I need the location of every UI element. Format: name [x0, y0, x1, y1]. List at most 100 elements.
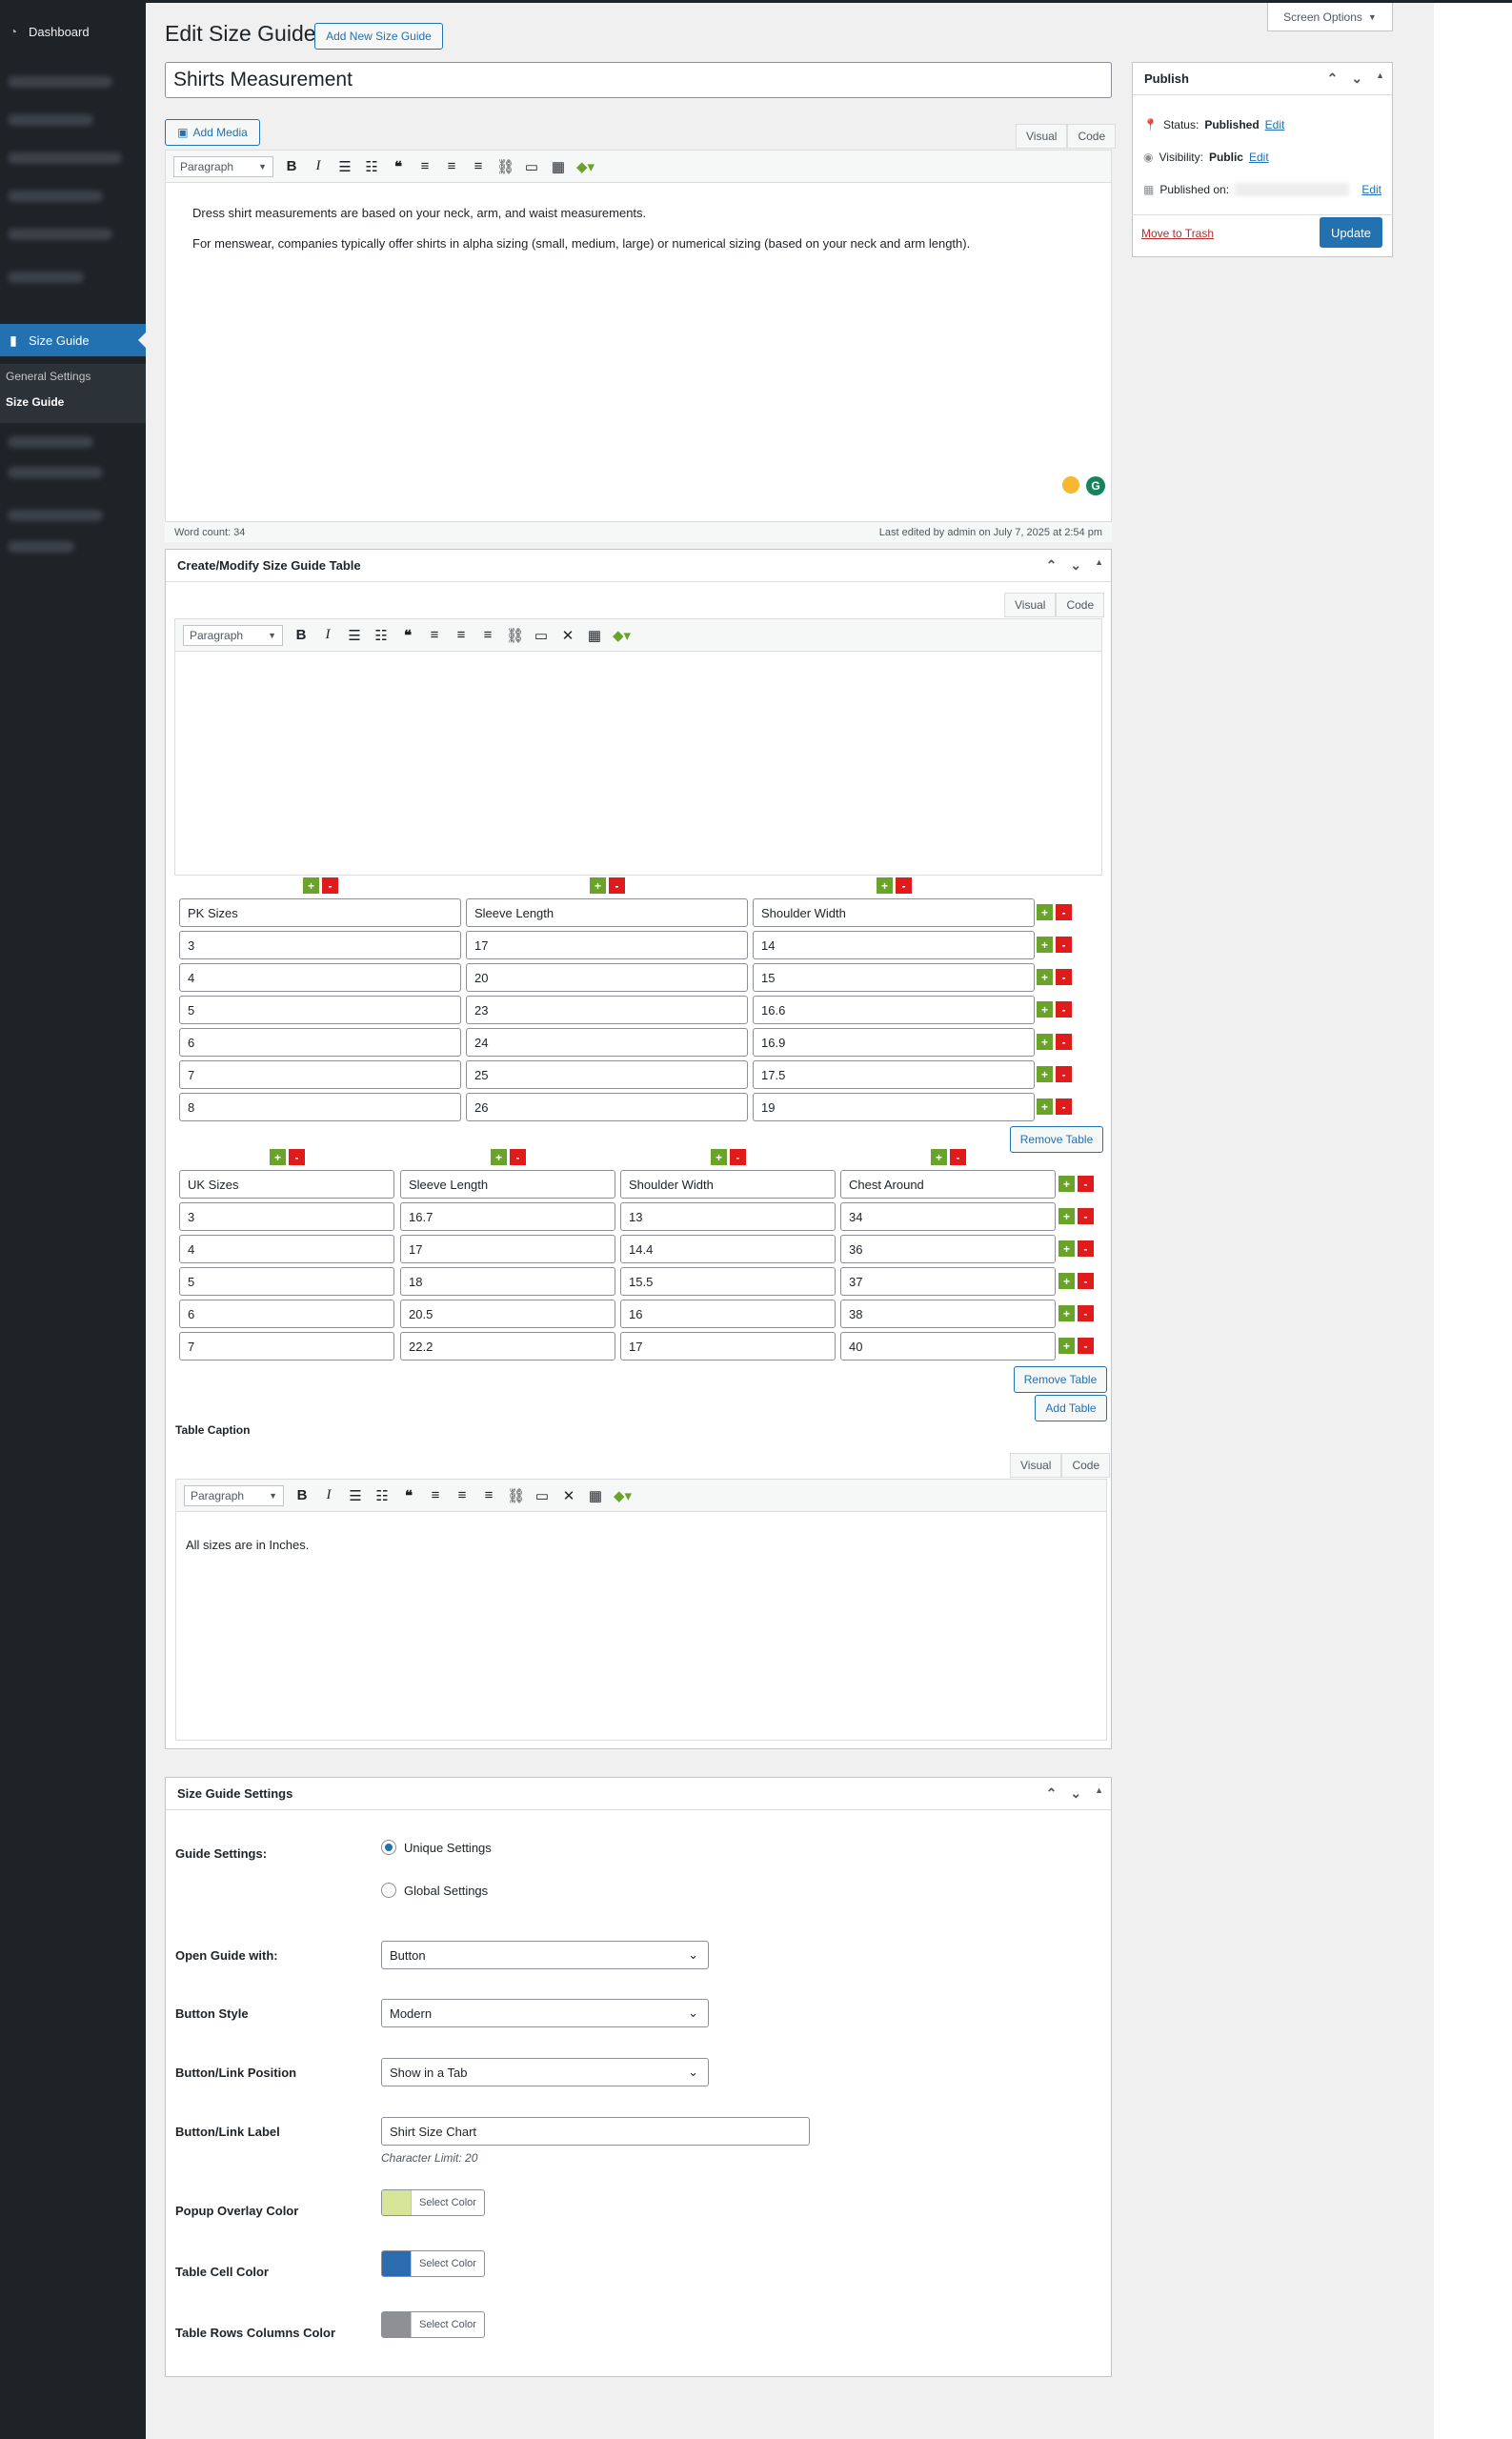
align-center-icon[interactable]: ≡: [453, 627, 470, 643]
remove-column-button[interactable]: -: [510, 1149, 526, 1165]
align-right-icon[interactable]: ≡: [480, 1487, 497, 1503]
table-header-cell[interactable]: Shoulder Width: [753, 898, 1035, 927]
grammar-icon[interactable]: ◆▾: [613, 627, 631, 644]
fullscreen-icon[interactable]: ✕: [560, 1487, 577, 1504]
chevron-up-icon[interactable]: ⌃: [1327, 71, 1339, 87]
chevron-down-icon[interactable]: ⌄: [1070, 1785, 1081, 1802]
add-row-button[interactable]: +: [1058, 1176, 1075, 1192]
remove-row-button[interactable]: -: [1078, 1240, 1094, 1257]
table-header-cell[interactable]: Chest Around: [840, 1170, 1056, 1199]
remove-row-button[interactable]: -: [1056, 904, 1072, 920]
post-title-input[interactable]: Shirts Measurement: [165, 62, 1112, 98]
align-center-icon[interactable]: ≡: [443, 158, 460, 174]
table-cell[interactable]: 7: [179, 1060, 461, 1089]
table-header-cell[interactable]: PK Sizes: [179, 898, 461, 927]
add-row-button[interactable]: +: [1058, 1240, 1075, 1257]
blockquote-icon[interactable]: ❝: [399, 627, 416, 644]
align-left-icon[interactable]: ≡: [426, 627, 443, 643]
format-select[interactable]: Paragraph ▼: [173, 155, 273, 177]
table-cell[interactable]: 22.2: [400, 1332, 615, 1361]
table-editor[interactable]: [174, 618, 1102, 876]
add-column-button[interactable]: +: [877, 877, 893, 894]
remove-column-button[interactable]: -: [950, 1149, 966, 1165]
add-new-button[interactable]: Add New Size Guide: [314, 23, 443, 50]
toolbar-toggle-icon[interactable]: ▦: [586, 627, 603, 644]
table-cell[interactable]: 16.7: [400, 1202, 615, 1231]
tab-visual[interactable]: Visual: [1010, 1453, 1062, 1478]
sidebar-item-dashboard[interactable]: ◔ Dashboard: [0, 15, 146, 48]
table-cell[interactable]: 20.5: [400, 1300, 615, 1328]
numbered-list-icon[interactable]: ☷: [373, 627, 390, 644]
remove-row-button[interactable]: -: [1056, 1099, 1072, 1115]
overlay-color-picker[interactable]: Select Color: [381, 2189, 485, 2216]
remove-column-button[interactable]: -: [896, 877, 912, 894]
table-cell[interactable]: 40: [840, 1332, 1056, 1361]
add-row-button[interactable]: +: [1037, 904, 1053, 920]
status-edit-link[interactable]: Edit: [1265, 118, 1285, 131]
chevron-up-icon[interactable]: ⌃: [1046, 1785, 1058, 1802]
screen-options-button[interactable]: Screen Options ▼: [1267, 3, 1393, 31]
update-button[interactable]: Update: [1320, 217, 1382, 248]
remove-table-button[interactable]: Remove Table: [1010, 1126, 1103, 1153]
fullscreen-icon[interactable]: ✕: [559, 627, 576, 644]
table-cell[interactable]: 16: [620, 1300, 836, 1328]
grammarly-icon[interactable]: G: [1086, 476, 1105, 495]
remove-column-button[interactable]: -: [289, 1149, 305, 1165]
align-right-icon[interactable]: ≡: [479, 627, 496, 643]
tab-visual[interactable]: Visual: [1016, 124, 1068, 149]
submenu-general-settings[interactable]: General Settings: [0, 364, 146, 390]
remove-row-button[interactable]: -: [1078, 1176, 1094, 1192]
tab-code[interactable]: Code: [1061, 1453, 1111, 1478]
remove-row-button[interactable]: -: [1056, 1001, 1072, 1018]
bullet-list-icon[interactable]: ☰: [336, 158, 353, 175]
blockquote-icon[interactable]: ❝: [400, 1487, 417, 1504]
table-cell[interactable]: 15.5: [620, 1267, 836, 1296]
remove-table-button[interactable]: Remove Table: [1014, 1366, 1107, 1393]
add-row-button[interactable]: +: [1058, 1273, 1075, 1289]
chevron-down-icon[interactable]: ⌄: [1070, 557, 1081, 574]
add-row-button[interactable]: +: [1037, 1066, 1053, 1082]
table-cell[interactable]: 4: [179, 963, 461, 992]
published-edit-link[interactable]: Edit: [1361, 183, 1381, 196]
collapse-icon[interactable]: ▲: [1376, 71, 1384, 87]
bold-icon[interactable]: B: [293, 1487, 311, 1503]
emoji-icon[interactable]: [1062, 476, 1079, 494]
table-header-cell[interactable]: Shoulder Width: [620, 1170, 836, 1199]
table-cell[interactable]: 17: [620, 1332, 836, 1361]
add-row-button[interactable]: +: [1037, 937, 1053, 953]
italic-icon[interactable]: I: [310, 158, 327, 174]
table-cell[interactable]: 37: [840, 1267, 1056, 1296]
add-column-button[interactable]: +: [303, 877, 319, 894]
add-table-button[interactable]: Add Table: [1035, 1395, 1107, 1421]
table-cell[interactable]: 3: [179, 931, 461, 959]
toolbar-toggle-icon[interactable]: ▦: [550, 158, 567, 175]
add-row-button[interactable]: +: [1037, 1034, 1053, 1050]
table-cell[interactable]: 5: [179, 996, 461, 1024]
read-more-icon[interactable]: ▭: [533, 627, 550, 644]
table-header-cell[interactable]: Sleeve Length: [466, 898, 748, 927]
bold-icon[interactable]: B: [292, 627, 310, 643]
table-cell[interactable]: 18: [400, 1267, 615, 1296]
grammar-icon[interactable]: ◆▾: [614, 1487, 632, 1504]
visibility-edit-link[interactable]: Edit: [1249, 151, 1269, 164]
table-cell[interactable]: 38: [840, 1300, 1056, 1328]
table-cell[interactable]: 16.6: [753, 996, 1035, 1024]
radio-unchecked[interactable]: [381, 1883, 396, 1898]
align-left-icon[interactable]: ≡: [427, 1487, 444, 1503]
bullet-list-icon[interactable]: ☰: [347, 1487, 364, 1504]
rows-cols-color-picker[interactable]: Select Color: [381, 2311, 485, 2338]
italic-icon[interactable]: I: [320, 1487, 337, 1503]
remove-column-button[interactable]: -: [730, 1149, 746, 1165]
unique-settings-option[interactable]: Unique Settings: [381, 1840, 492, 1855]
table-cell[interactable]: 4: [179, 1235, 394, 1263]
align-center-icon[interactable]: ≡: [454, 1487, 471, 1503]
table-cell[interactable]: 17: [466, 931, 748, 959]
link-icon[interactable]: ⛓: [496, 158, 514, 175]
global-settings-option[interactable]: Global Settings: [381, 1883, 488, 1898]
remove-row-button[interactable]: -: [1078, 1338, 1094, 1354]
add-row-button[interactable]: +: [1037, 969, 1053, 985]
table-cell[interactable]: 20: [466, 963, 748, 992]
read-more-icon[interactable]: ▭: [523, 158, 540, 175]
bold-icon[interactable]: B: [283, 158, 300, 174]
table-cell[interactable]: 14: [753, 931, 1035, 959]
